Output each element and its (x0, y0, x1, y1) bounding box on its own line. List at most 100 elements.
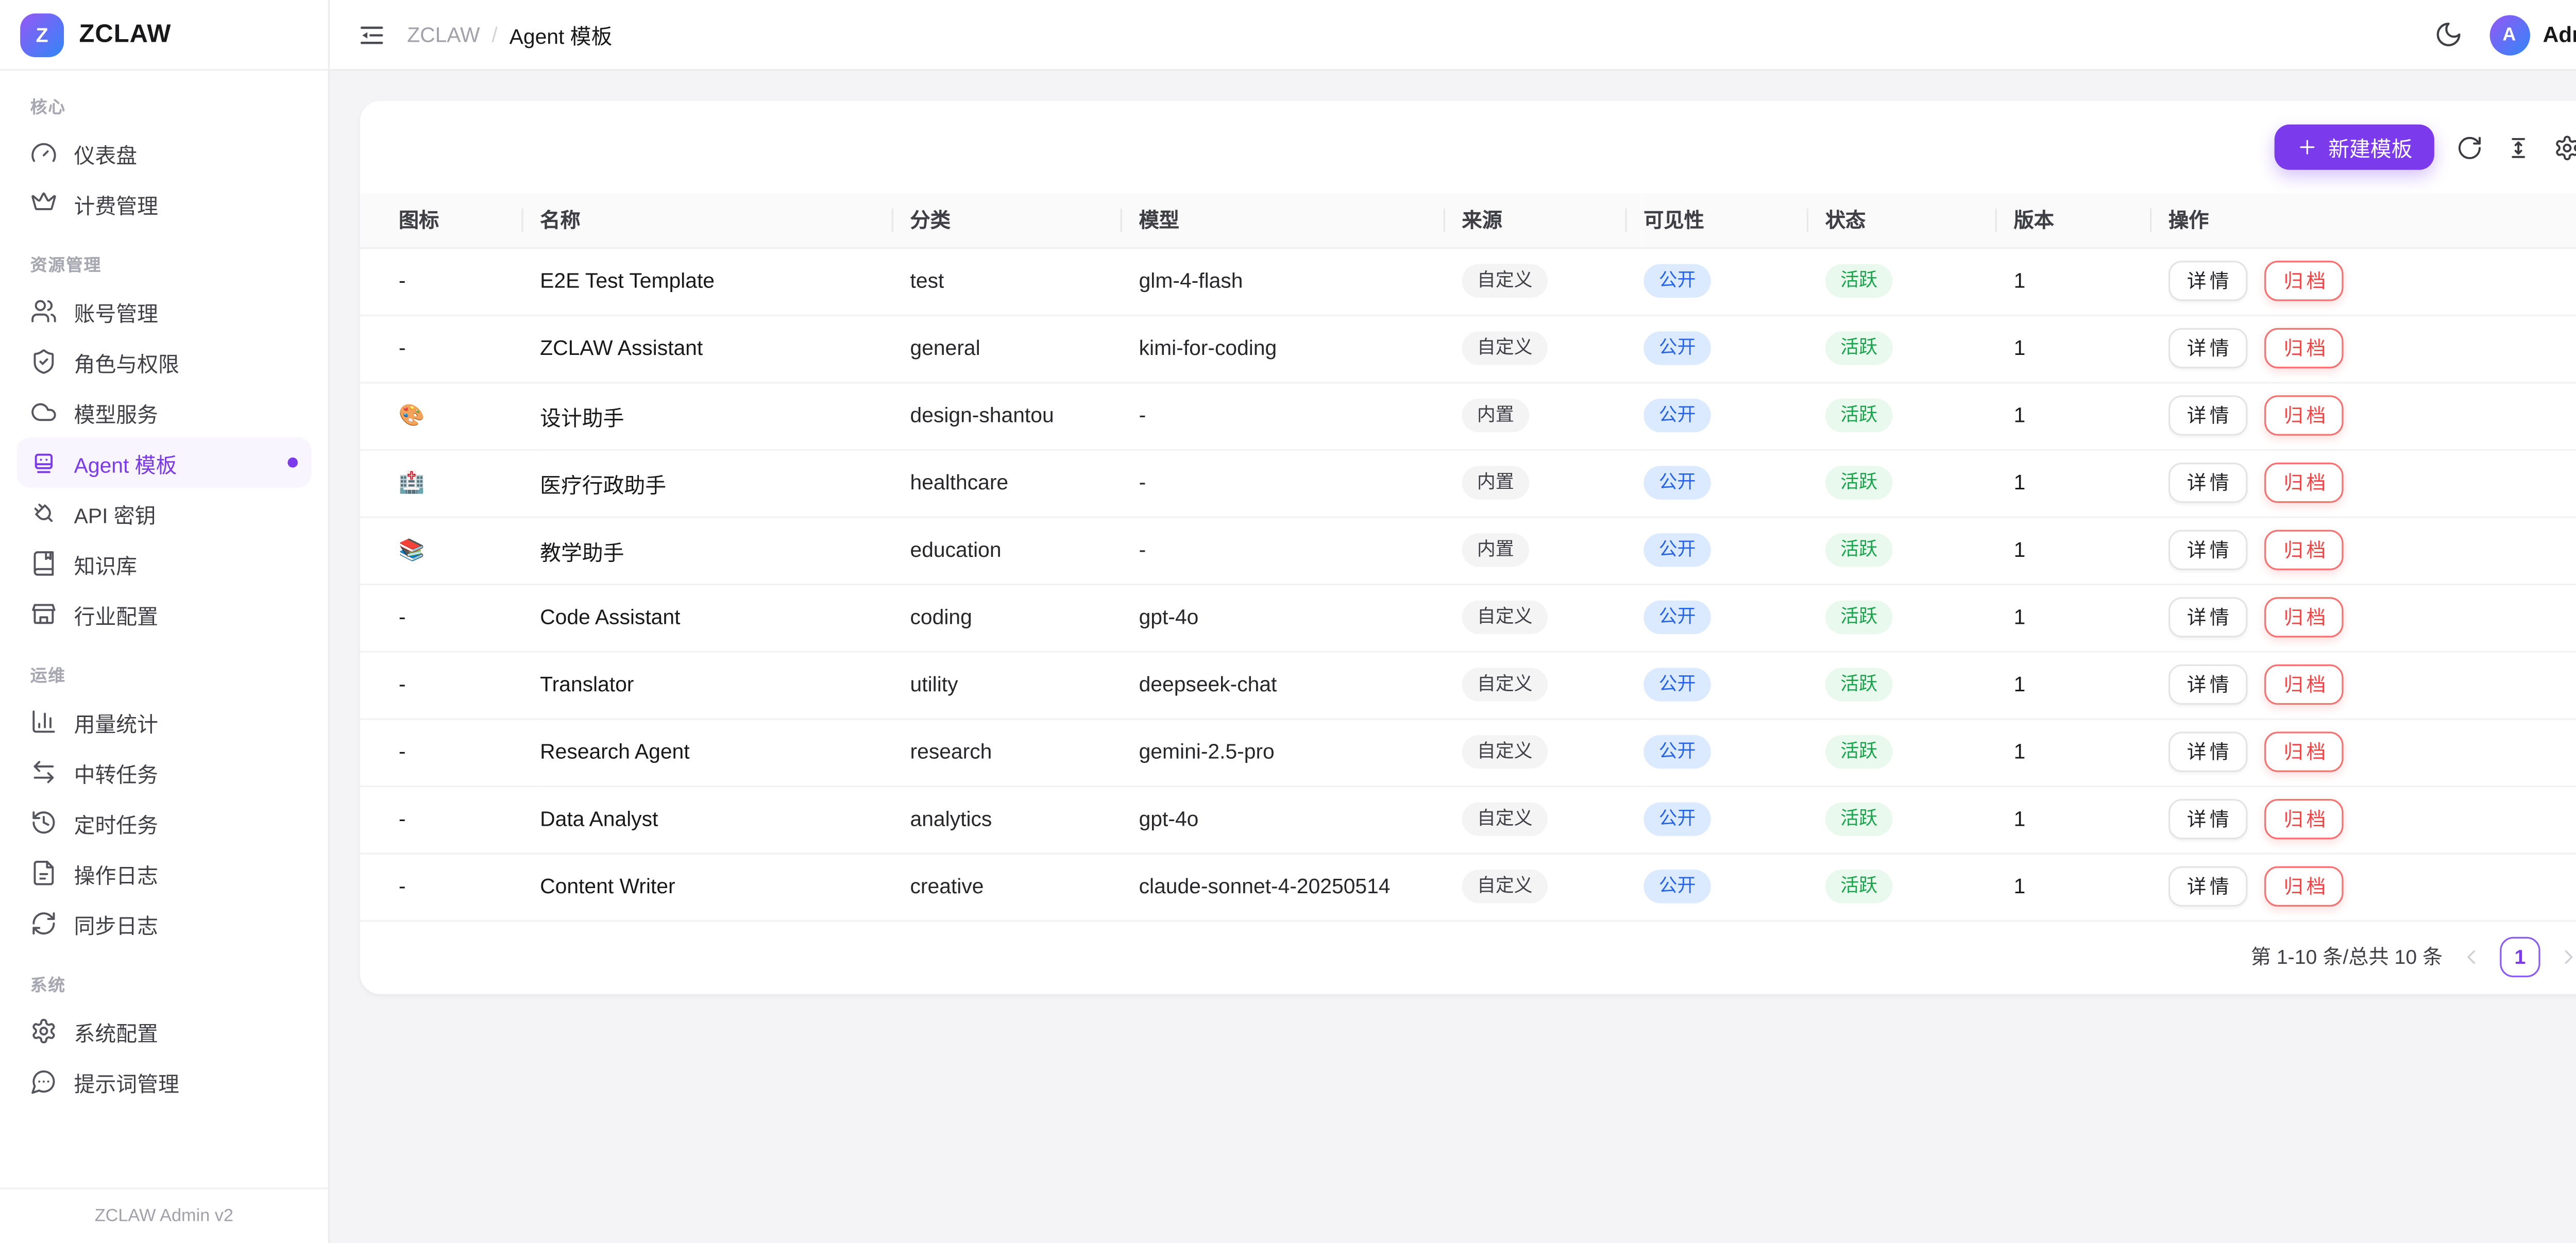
cell-model: gpt-4o (1139, 584, 1462, 651)
sidebar-item-label: 系统配置 (74, 1015, 158, 1047)
cell-icon: 🏥 (360, 449, 540, 517)
detail-button[interactable]: 详情 (2168, 866, 2247, 907)
breadcrumb-root[interactable]: ZCLAW (407, 23, 480, 46)
page-number-button[interactable]: 1 (2500, 936, 2540, 976)
archive-button[interactable]: 归档 (2265, 866, 2344, 907)
cell-model: claude-sonnet-4-20250514 (1139, 853, 1462, 921)
sidebar-item[interactable]: 行业配置 (17, 589, 311, 639)
sidebar-item[interactable]: 计费管理 (17, 178, 311, 229)
users-icon (30, 298, 57, 325)
cell-category: utility (910, 651, 1139, 719)
sidebar-item[interactable]: 角色与权限 (17, 336, 311, 387)
visibility-badge: 公开 (1643, 668, 1711, 701)
source-badge: 内置 (1462, 399, 1530, 432)
cell-category: education (910, 516, 1139, 584)
column-header-category: 分类 (910, 194, 1139, 247)
sidebar-item[interactable]: 系统配置 (17, 1006, 311, 1057)
status-badge: 活跃 (1825, 466, 1893, 499)
cell-name: Research Agent (540, 718, 910, 786)
app-name: ZCLAW (79, 20, 171, 49)
archive-button[interactable]: 归档 (2265, 530, 2344, 570)
cell-name: ZCLAW Assistant (540, 315, 910, 382)
sidebar: Z ZCLAW 核心 仪表盘 计 (0, 0, 330, 1243)
detail-button[interactable]: 详情 (2168, 395, 2247, 435)
visibility-badge: 公开 (1643, 466, 1711, 499)
sidebar-item-label: 模型服务 (74, 396, 158, 428)
visibility-badge: 公开 (1643, 331, 1711, 365)
cell-version: 1 (2014, 584, 2168, 651)
sidebar-item[interactable]: 账号管理 (17, 286, 311, 336)
moon-icon[interactable] (2433, 20, 2462, 49)
sidebar-item-label: Agent 模板 (74, 447, 177, 479)
sidebar-item[interactable]: 定时任务 (17, 797, 311, 848)
timer-icon (30, 809, 57, 836)
cell-model: - (1139, 449, 1462, 517)
cell-name: 教学助手 (540, 516, 910, 584)
sidebar-item[interactable]: 操作日志 (17, 848, 311, 898)
detail-button[interactable]: 详情 (2168, 665, 2247, 705)
new-template-button[interactable]: 新建模板 (2275, 125, 2434, 170)
detail-button[interactable]: 详情 (2168, 731, 2247, 772)
sidebar-item[interactable]: 仪表盘 (17, 128, 311, 178)
source-badge: 自定义 (1462, 735, 1548, 769)
sidebar-item-label: 同步日志 (74, 908, 158, 940)
section-label: 核心 (30, 93, 298, 118)
section-label: 系统 (30, 970, 298, 996)
column-header-model: 模型 (1139, 194, 1462, 247)
cell-actions: 详情 归档 (2168, 786, 2576, 853)
cell-actions: 详情 归档 (2168, 382, 2576, 449)
sidebar-item[interactable]: 同步日志 (17, 898, 311, 949)
sidebar-footer-version: ZCLAW Admin v2 (0, 1187, 328, 1243)
detail-button[interactable]: 详情 (2168, 463, 2247, 503)
source-badge: 自定义 (1462, 803, 1548, 836)
archive-button[interactable]: 归档 (2265, 261, 2344, 301)
detail-button[interactable]: 详情 (2168, 597, 2247, 637)
cell-icon: - (360, 853, 540, 921)
archive-button[interactable]: 归档 (2265, 597, 2344, 637)
cell-version: 1 (2014, 516, 2168, 584)
visibility-badge: 公开 (1643, 533, 1711, 567)
sidebar-item[interactable]: 提示词管理 (17, 1057, 311, 1107)
cell-actions: 详情 归档 (2168, 651, 2576, 719)
detail-button[interactable]: 详情 (2168, 799, 2247, 839)
sidebar-section-resources: 资源管理 账号管理 角色与权限 (17, 251, 311, 639)
avatar[interactable]: A (2489, 14, 2529, 55)
chevron-left-icon[interactable] (2460, 944, 2483, 968)
detail-button[interactable]: 详情 (2168, 261, 2247, 301)
sidebar-item[interactable]: 用量统计 (17, 696, 311, 747)
cell-model: gpt-4o (1139, 786, 1462, 853)
archive-button[interactable]: 归档 (2265, 395, 2344, 435)
cell-icon: - (360, 584, 540, 651)
refresh-icon[interactable] (2456, 134, 2483, 161)
source-badge: 自定义 (1462, 668, 1548, 701)
settings-icon (30, 1018, 57, 1045)
archive-button[interactable]: 归档 (2265, 731, 2344, 772)
row-height-icon[interactable] (2505, 134, 2532, 161)
settings-icon[interactable] (2554, 134, 2576, 161)
sidebar-item[interactable]: API 密钥 (17, 488, 311, 538)
sidebar-item[interactable]: 知识库 (17, 538, 311, 589)
cell-version: 1 (2014, 315, 2168, 382)
sidebar-item[interactable]: 中转任务 (17, 747, 311, 797)
archive-button[interactable]: 归档 (2265, 665, 2344, 705)
cell-model: - (1139, 516, 1462, 584)
sidebar-item[interactable]: Agent 模板 (17, 437, 311, 488)
sidebar-item[interactable]: 模型服务 (17, 387, 311, 437)
cell-name: Code Assistant (540, 584, 910, 651)
detail-button[interactable]: 详情 (2168, 328, 2247, 368)
chevron-right-icon[interactable] (2557, 944, 2576, 968)
sidebar-section-system: 系统 系统配置 提示词管理 (17, 970, 311, 1106)
archive-button[interactable]: 归档 (2265, 799, 2344, 839)
column-header-source: 来源 (1462, 194, 1644, 247)
archive-button[interactable]: 归档 (2265, 328, 2344, 368)
sidebar-collapse-icon[interactable] (357, 20, 387, 50)
cell-name: 医疗行政助手 (540, 449, 910, 517)
cell-actions: 详情 归档 (2168, 315, 2576, 382)
plus-icon (2296, 136, 2318, 158)
detail-button[interactable]: 详情 (2168, 530, 2247, 570)
column-header-actions: 操作 (2168, 194, 2576, 247)
sidebar-item-label: 提示词管理 (74, 1066, 179, 1098)
archive-button[interactable]: 归档 (2265, 463, 2344, 503)
breadcrumb-current: Agent 模板 (510, 19, 613, 50)
user-menu[interactable]: A Admin (2489, 14, 2576, 55)
